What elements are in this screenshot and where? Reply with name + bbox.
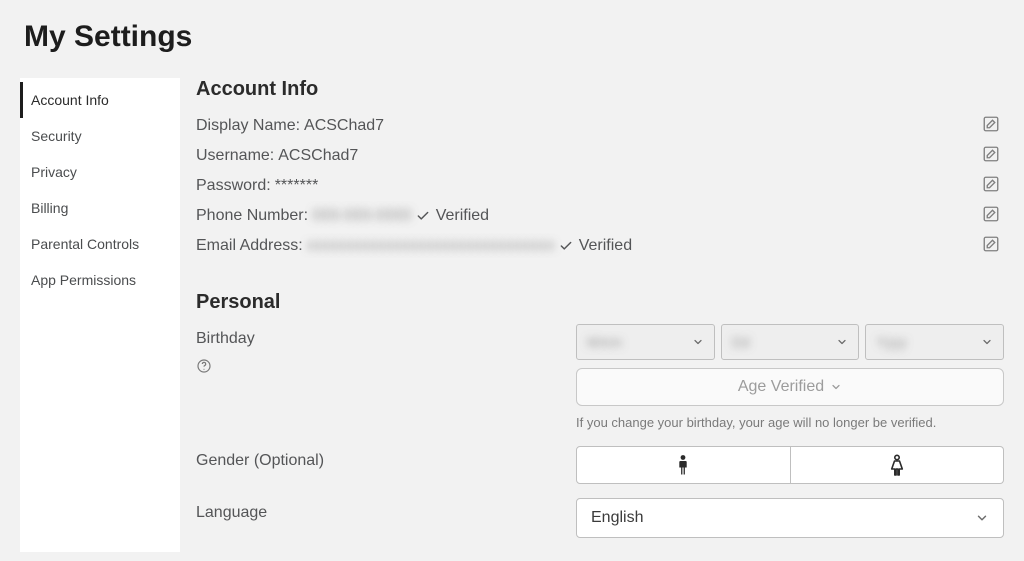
gender-label: Gender (Optional) <box>196 452 576 470</box>
pencil-icon <box>982 145 1000 163</box>
age-verified-label: Age Verified <box>738 378 824 396</box>
chevron-down-icon <box>975 511 989 525</box>
edit-password-button[interactable] <box>982 175 1000 193</box>
email-row: Email Address: xxxxxxxxxxxxxxxxxxxxxxxxx… <box>196 231 1004 261</box>
email-label: Email Address: <box>196 237 303 255</box>
sidebar-item-security[interactable]: Security <box>23 118 180 154</box>
pencil-icon <box>982 205 1000 223</box>
username-label: Username: <box>196 147 274 165</box>
checkmark-icon <box>559 239 573 253</box>
female-icon <box>888 454 906 476</box>
language-select[interactable]: English <box>576 498 1004 538</box>
pencil-icon <box>982 235 1000 253</box>
checkmark-icon <box>416 209 430 223</box>
sidebar-item-parental-controls[interactable]: Parental Controls <box>23 226 180 262</box>
language-value: English <box>591 509 643 527</box>
page-title: My Settings <box>0 0 1024 64</box>
pencil-icon <box>982 115 1000 133</box>
edit-email-button[interactable] <box>982 235 1000 253</box>
edit-display-name-button[interactable] <box>982 115 1000 133</box>
phone-value: 000-000-0000 <box>312 207 412 225</box>
display-name-label: Display Name: <box>196 117 300 135</box>
email-value: xxxxxxxxxxxxxxxxxxxxxxxxxxxxxxx <box>307 237 555 255</box>
birthday-label: Birthday <box>196 330 576 348</box>
chevron-down-icon <box>830 381 842 393</box>
male-icon <box>675 454 691 476</box>
birthday-help-button[interactable] <box>196 358 212 374</box>
edit-username-button[interactable] <box>982 145 1000 163</box>
gender-female-button[interactable] <box>791 446 1005 484</box>
birthday-hint: If you change your birthday, your age wi… <box>576 414 1004 432</box>
phone-label: Phone Number: <box>196 207 308 225</box>
phone-row: Phone Number: 000-000-0000 Verified <box>196 201 1004 231</box>
sidebar-item-privacy[interactable]: Privacy <box>23 154 180 190</box>
birthday-year-select[interactable]: Yyyy <box>865 324 1004 360</box>
account-info-heading: Account Info <box>196 78 1004 101</box>
question-circle-icon <box>196 358 212 374</box>
birthday-row: Birthday Mmm Dd <box>196 324 1004 432</box>
gender-row: Gender (Optional) <box>196 446 1004 484</box>
language-row: Language English <box>196 498 1004 538</box>
sidebar-item-account-info[interactable]: Account Info <box>20 82 180 118</box>
age-verified-button[interactable]: Age Verified <box>576 368 1004 406</box>
display-name-value: ACSChad7 <box>304 117 384 135</box>
phone-verified-badge: Verified <box>416 207 489 225</box>
settings-sidebar: Account Info Security Privacy Billing Pa… <box>20 78 180 552</box>
email-verified-text: Verified <box>579 237 632 255</box>
password-row: Password: ******* <box>196 171 1004 201</box>
birthday-year-value: Yyyy <box>876 334 906 350</box>
chevron-down-icon <box>836 336 848 348</box>
username-value: ACSChad7 <box>278 147 358 165</box>
email-verified-badge: Verified <box>559 237 632 255</box>
sidebar-item-app-permissions[interactable]: App Permissions <box>23 262 180 298</box>
phone-verified-text: Verified <box>436 207 489 225</box>
display-name-row: Display Name: ACSChad7 <box>196 111 1004 141</box>
username-row: Username: ACSChad7 <box>196 141 1004 171</box>
chevron-down-icon <box>981 336 993 348</box>
language-label: Language <box>196 504 576 522</box>
gender-male-button[interactable] <box>576 446 791 484</box>
birthday-month-value: Mmm <box>587 334 622 350</box>
password-value: ******* <box>275 177 319 195</box>
birthday-day-select[interactable]: Dd <box>721 324 860 360</box>
chevron-down-icon <box>692 336 704 348</box>
birthday-day-value: Dd <box>732 334 750 350</box>
edit-phone-button[interactable] <box>982 205 1000 223</box>
settings-main: Account Info Display Name: ACSChad7 User… <box>180 78 1004 552</box>
personal-heading: Personal <box>196 291 1004 314</box>
birthday-month-select[interactable]: Mmm <box>576 324 715 360</box>
gender-toggle-group <box>576 446 1004 484</box>
sidebar-item-billing[interactable]: Billing <box>23 190 180 226</box>
pencil-icon <box>982 175 1000 193</box>
password-label: Password: <box>196 177 271 195</box>
